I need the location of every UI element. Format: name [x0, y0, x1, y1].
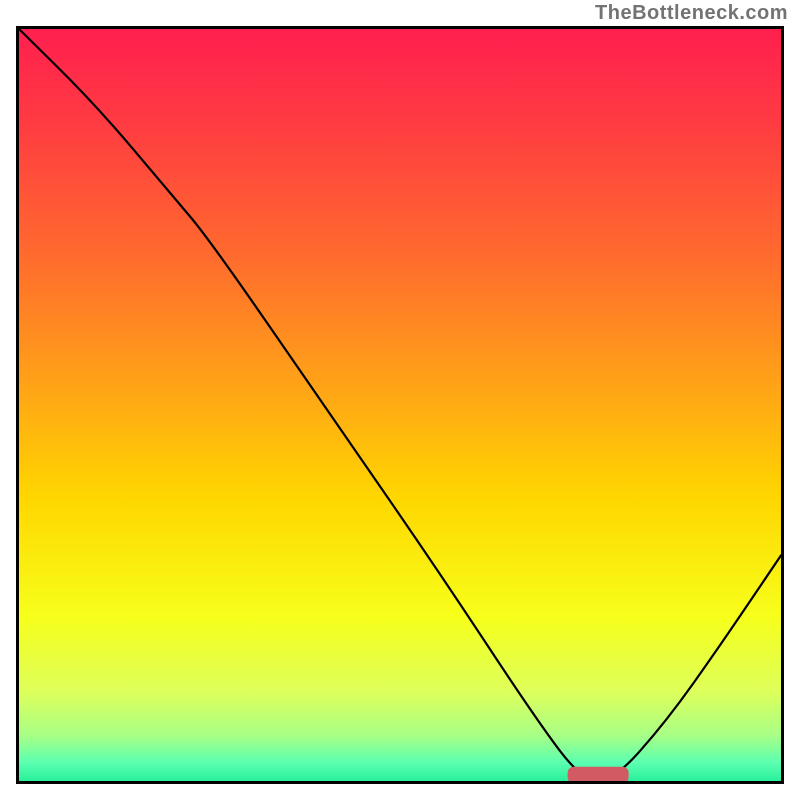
watermark-text: TheBottleneck.com — [595, 2, 788, 25]
gradient-background — [19, 29, 781, 781]
bottleneck-chart-svg — [19, 29, 781, 781]
optimal-marker — [568, 767, 629, 781]
chart-plot-area — [16, 26, 784, 784]
